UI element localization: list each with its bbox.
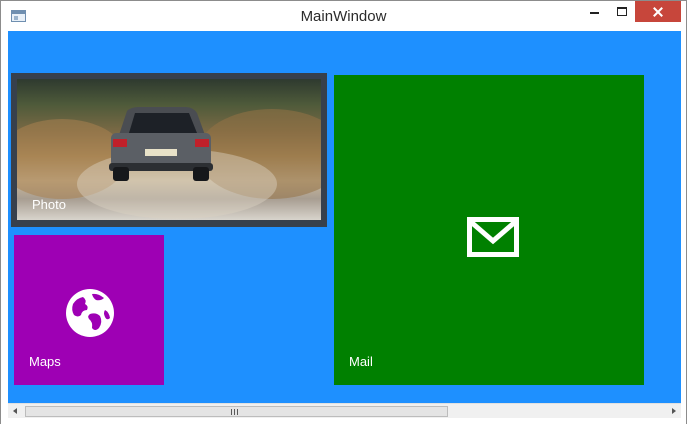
window-bottom-edge (1, 418, 686, 424)
title-bar[interactable]: MainWindow (1, 1, 686, 31)
scroll-right-arrow-icon[interactable] (666, 404, 681, 418)
mail-tile-label: Mail (349, 354, 373, 369)
minimize-button[interactable] (581, 1, 607, 23)
scrollbar-track[interactable] (25, 406, 664, 417)
main-window: MainWindow Photo Maps Mail (0, 0, 687, 424)
minimize-icon (590, 12, 599, 14)
scrollbar-thumb[interactable] (25, 406, 448, 417)
horizontal-scrollbar[interactable] (8, 403, 681, 418)
maps-tile[interactable]: Maps (14, 235, 164, 385)
scroll-left-arrow-icon[interactable] (8, 404, 23, 418)
mail-tile[interactable]: Mail (334, 75, 644, 385)
photo-tile-label: Photo (32, 197, 66, 212)
envelope-icon (467, 217, 519, 257)
maximize-icon (617, 7, 627, 16)
close-button[interactable] (635, 1, 681, 22)
tile-panel: Photo Maps Mail (8, 31, 681, 403)
scrollbar-grip-icon (231, 409, 238, 415)
globe-icon (66, 289, 114, 337)
car-graphic (109, 107, 213, 181)
photo-tile[interactable]: Photo (11, 73, 327, 227)
maximize-button[interactable] (609, 1, 635, 23)
maps-tile-label: Maps (29, 354, 61, 369)
